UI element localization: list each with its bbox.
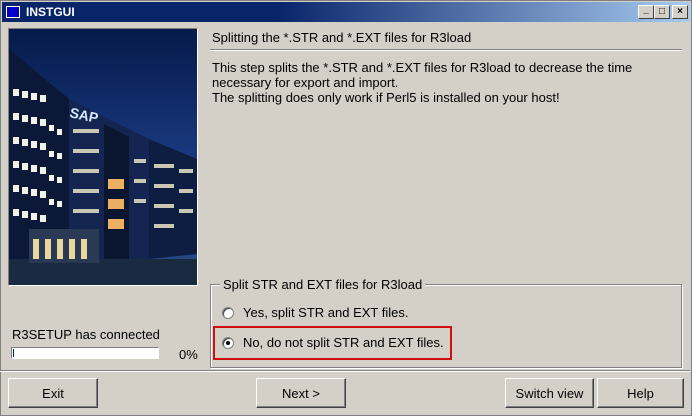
option-yes-label: Yes, split STR and EXT files. xyxy=(243,305,409,320)
description-line-2: necessary for export and import. xyxy=(212,75,399,90)
progress-fill xyxy=(13,349,14,357)
description-line-3: The splitting does only work if Perl5 is… xyxy=(212,90,560,105)
building-image: SAP xyxy=(8,28,198,286)
minimize-button[interactable]: _ xyxy=(638,5,654,19)
exit-button[interactable]: Exit xyxy=(8,378,98,408)
heading-separator xyxy=(210,49,682,51)
option-yes-split[interactable]: Yes, split STR and EXT files. xyxy=(222,305,408,320)
step-description: This step splits the *.STR and *.EXT fil… xyxy=(212,60,682,105)
window-title: INSTGUI xyxy=(26,5,75,19)
selection-highlight-box xyxy=(213,326,452,360)
minimize-icon: _ xyxy=(643,4,649,15)
button-separator xyxy=(0,370,690,372)
close-icon: × xyxy=(677,6,683,17)
status-text: R3SETUP has connected xyxy=(12,327,160,342)
progress-percent: 0% xyxy=(179,347,198,362)
title-bar[interactable]: INSTGUI _ □ × xyxy=(2,2,690,22)
building-illustration: SAP xyxy=(9,29,197,285)
help-button[interactable]: Help xyxy=(597,378,684,408)
app-icon xyxy=(6,6,20,18)
progress-bar xyxy=(11,347,159,359)
split-option-group-label: Split STR and EXT files for R3load xyxy=(220,277,426,292)
next-button[interactable]: Next > xyxy=(256,378,346,408)
radio-yes[interactable] xyxy=(222,306,234,319)
close-button[interactable]: × xyxy=(672,5,688,19)
step-heading: Splitting the *.STR and *.EXT files for … xyxy=(212,30,472,45)
description-line-1: This step splits the *.STR and *.EXT fil… xyxy=(212,60,633,75)
maximize-icon: □ xyxy=(658,6,666,17)
switch-view-button[interactable]: Switch view xyxy=(505,378,594,408)
maximize-button[interactable]: □ xyxy=(654,5,670,19)
